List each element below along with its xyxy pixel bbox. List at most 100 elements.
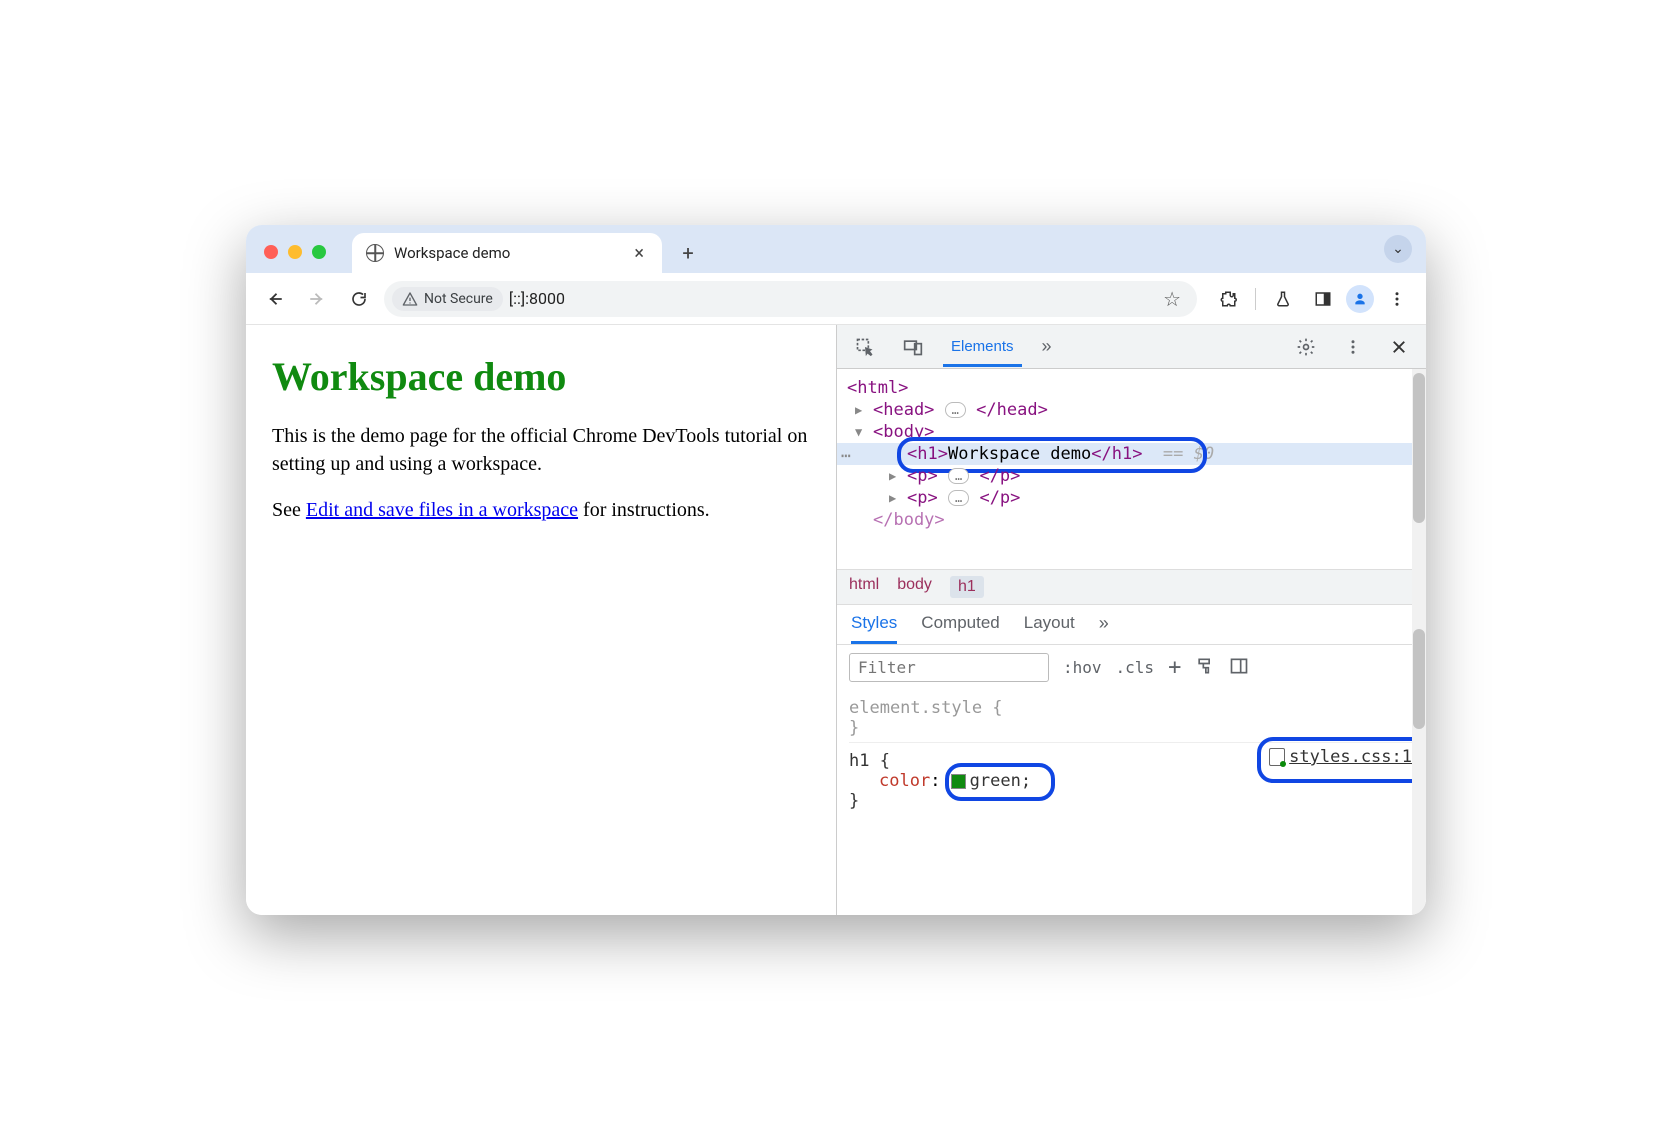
- crumb-h1[interactable]: h1: [950, 576, 984, 598]
- security-chip[interactable]: Not Secure: [392, 287, 503, 311]
- row-actions-button[interactable]: ⋯: [841, 446, 852, 465]
- prop-value-green: green;: [970, 771, 1031, 791]
- tab-list-button[interactable]: ⌄: [1384, 235, 1412, 263]
- browser-window: Workspace demo × + ⌄ Not Secure [::]:800…: [246, 225, 1426, 915]
- dom-node-body-close[interactable]: </body>: [847, 509, 1426, 531]
- page-paragraph-2: See Edit and save files in a workspace f…: [272, 496, 810, 524]
- crumb-body[interactable]: body: [897, 576, 932, 598]
- not-secure-label: Not Secure: [424, 291, 493, 307]
- reload-button[interactable]: [342, 282, 376, 316]
- format-button[interactable]: [1195, 656, 1215, 680]
- page-paragraph-1: This is the demo page for the official C…: [272, 422, 810, 478]
- color-swatch[interactable]: [951, 774, 966, 789]
- devtools-panel: Elements » <html> ▶<head> … </head> ▼<bo…: [836, 325, 1426, 915]
- toolbar-separator: [1255, 288, 1256, 310]
- omnibox[interactable]: Not Secure [::]:8000 ☆: [384, 281, 1197, 317]
- new-rule-button[interactable]: +: [1168, 655, 1181, 680]
- close-brace: }: [849, 791, 1414, 811]
- paint-icon: [1195, 656, 1215, 676]
- scroll-thumb[interactable]: [1413, 629, 1425, 729]
- dom-breadcrumb: html body h1: [837, 569, 1426, 605]
- tab-close-button[interactable]: ×: [630, 243, 648, 264]
- puzzle-icon: [1219, 290, 1237, 308]
- content-area: Workspace demo This is the demo page for…: [246, 325, 1426, 915]
- rendered-page: Workspace demo This is the demo page for…: [246, 325, 836, 915]
- dom-node-h1-selected[interactable]: ⋯ <h1>Workspace demo</h1> == $0: [837, 443, 1426, 465]
- toolbar-right: [1211, 282, 1414, 316]
- reload-icon: [350, 290, 368, 308]
- close-brace: }: [849, 718, 1414, 738]
- dom-node-p2[interactable]: ▶<p> … </p>: [847, 487, 1426, 509]
- person-icon: [1352, 291, 1368, 307]
- warning-triangle-icon: [402, 291, 418, 307]
- file-icon: [1269, 748, 1285, 766]
- dom-node-head[interactable]: ▶<head> … </head>: [847, 399, 1426, 421]
- panel-right-icon: [1229, 656, 1249, 676]
- labs-button[interactable]: [1266, 282, 1300, 316]
- window-close-button[interactable]: [264, 245, 278, 259]
- scroll-thumb[interactable]: [1413, 373, 1425, 523]
- subtab-layout[interactable]: Layout: [1024, 613, 1075, 644]
- arrow-right-icon: [308, 290, 326, 308]
- devtools-close-button[interactable]: [1382, 332, 1416, 362]
- globe-icon: [366, 244, 384, 262]
- panel-icon: [1314, 290, 1332, 308]
- hov-toggle[interactable]: :hov: [1063, 658, 1102, 677]
- styles-rules: element.style { } styles.css:1 h1 { colo…: [837, 690, 1426, 827]
- traffic-lights: [264, 245, 326, 259]
- computed-panel-button[interactable]: [1229, 656, 1249, 680]
- kebab-icon: [1388, 290, 1406, 308]
- cls-toggle[interactable]: .cls: [1116, 658, 1155, 677]
- crumb-html[interactable]: html: [849, 576, 879, 598]
- para2-suffix: for instructions.: [578, 499, 710, 521]
- extensions-button[interactable]: [1211, 282, 1245, 316]
- subtab-styles[interactable]: Styles: [851, 613, 897, 644]
- page-heading: Workspace demo: [272, 353, 810, 400]
- side-panel-button[interactable]: [1306, 282, 1340, 316]
- tab-strip: Workspace demo × + ⌄: [246, 225, 1426, 273]
- forward-button[interactable]: [300, 282, 334, 316]
- new-tab-button[interactable]: +: [672, 237, 704, 269]
- devices-icon: [903, 337, 923, 357]
- flask-icon: [1274, 290, 1292, 308]
- styles-toolbar: :hov .cls +: [837, 645, 1426, 690]
- dom-node-p1[interactable]: ▶<p> … </p>: [847, 465, 1426, 487]
- devtools-scrollbar[interactable]: [1412, 369, 1426, 915]
- tab-title: Workspace demo: [394, 244, 620, 262]
- dom-node-html[interactable]: <html>: [847, 377, 1426, 399]
- subtab-computed[interactable]: Computed: [921, 613, 999, 644]
- declaration-color[interactable]: color: green;: [849, 771, 1414, 791]
- styles-filter-input[interactable]: [849, 653, 1049, 682]
- rule-h1[interactable]: styles.css:1 h1 { color: green; }: [849, 742, 1414, 815]
- devtools-menu-button[interactable]: [1336, 332, 1370, 362]
- more-tabs-button[interactable]: »: [1034, 330, 1060, 363]
- browser-tab[interactable]: Workspace demo ×: [352, 233, 662, 273]
- rule-element-style[interactable]: element.style { }: [849, 694, 1414, 742]
- profile-button[interactable]: [1346, 285, 1374, 313]
- tab-elements[interactable]: Elements: [943, 332, 1022, 367]
- bookmark-button[interactable]: ☆: [1163, 287, 1181, 311]
- kebab-icon: [1344, 338, 1362, 356]
- subtab-more[interactable]: »: [1099, 613, 1109, 644]
- gear-icon: [1296, 337, 1316, 357]
- device-toolbar-button[interactable]: [895, 331, 931, 363]
- para2-prefix: See: [272, 499, 306, 521]
- source-link[interactable]: styles.css:1: [1269, 747, 1412, 767]
- inspect-icon: [855, 337, 875, 357]
- styles-tab-bar: Styles Computed Layout »: [837, 605, 1426, 645]
- dom-tree[interactable]: <html> ▶<head> … </head> ▼<body> ⋯ <h1>W…: [837, 369, 1426, 569]
- browser-toolbar: Not Secure [::]:8000 ☆: [246, 273, 1426, 325]
- inspect-element-button[interactable]: [847, 331, 883, 363]
- devtools-settings-button[interactable]: [1288, 331, 1324, 363]
- devtools-tab-bar: Elements »: [837, 325, 1426, 369]
- window-zoom-button[interactable]: [312, 245, 326, 259]
- chrome-menu-button[interactable]: [1380, 282, 1414, 316]
- dom-node-body[interactable]: ▼<body>: [847, 421, 1426, 443]
- url-text: [::]:8000: [509, 289, 565, 308]
- back-button[interactable]: [258, 282, 292, 316]
- arrow-left-icon: [266, 290, 284, 308]
- close-icon: [1390, 338, 1408, 356]
- window-minimize-button[interactable]: [288, 245, 302, 259]
- workspace-tutorial-link[interactable]: Edit and save files in a workspace: [306, 499, 578, 521]
- prop-name-color: color: [879, 771, 930, 791]
